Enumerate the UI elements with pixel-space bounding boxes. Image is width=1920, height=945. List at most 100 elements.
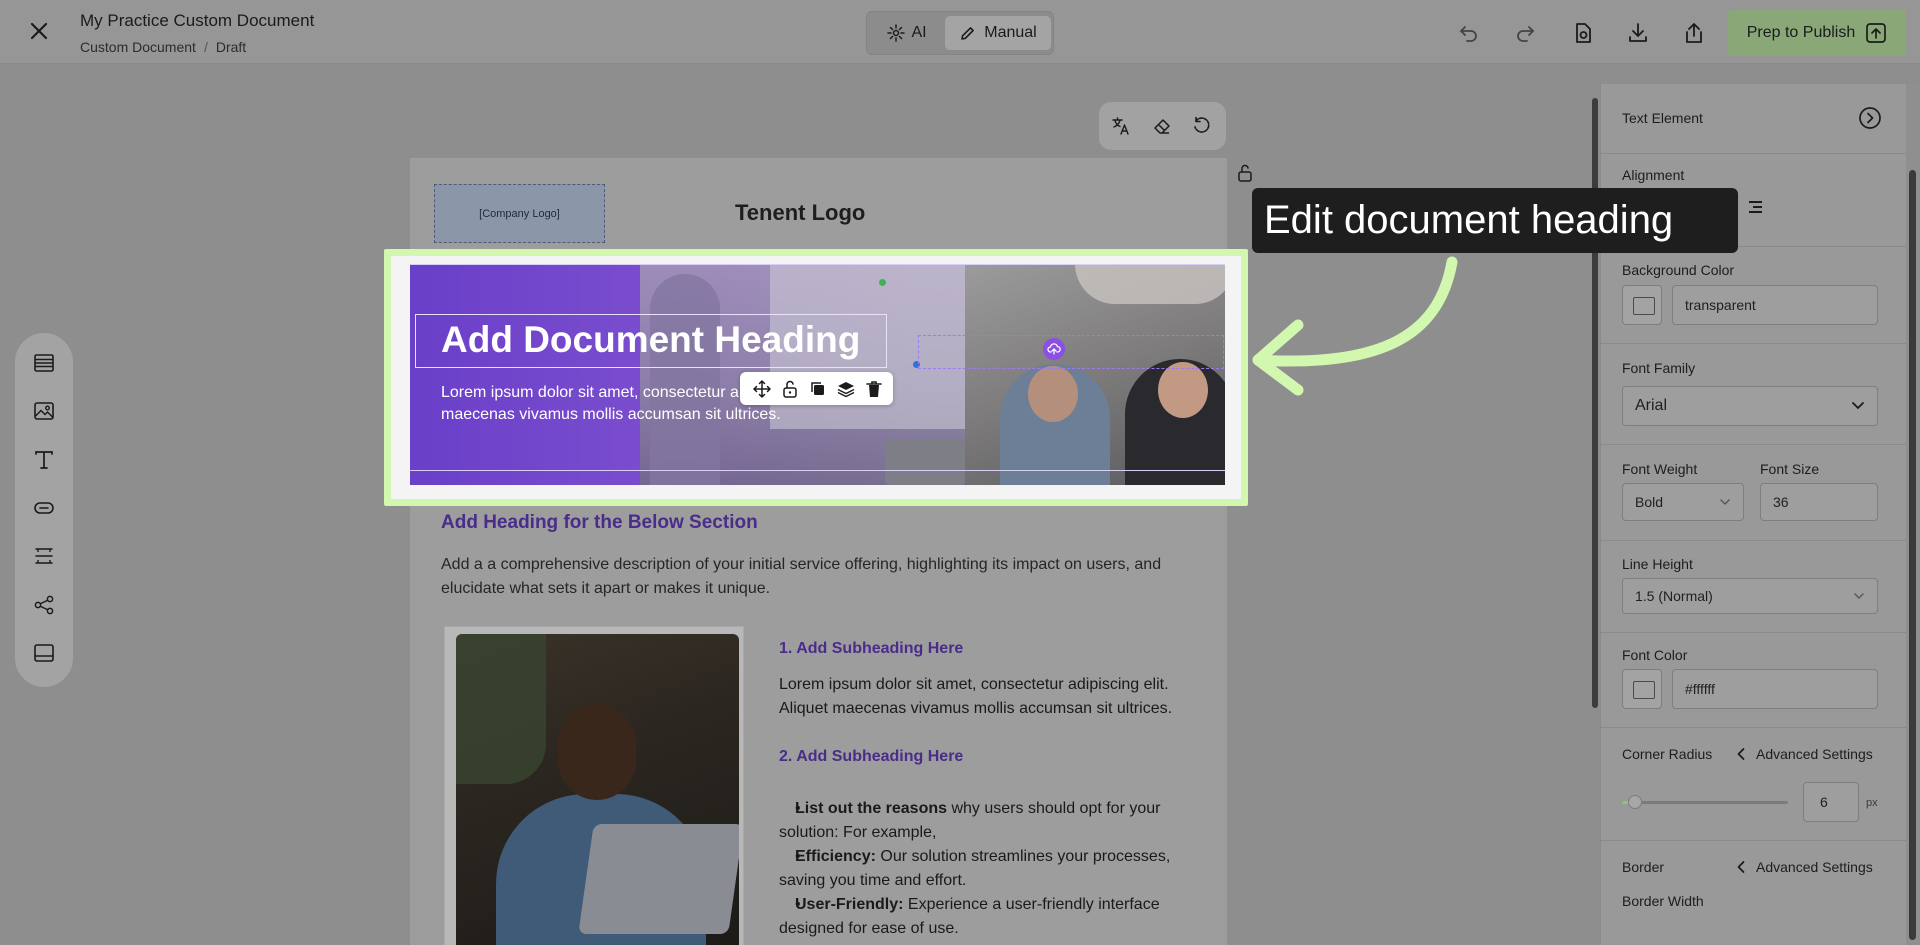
reset-icon bbox=[1194, 116, 1210, 133]
translate-button[interactable] bbox=[1110, 115, 1132, 137]
cloud-upload-icon bbox=[1047, 343, 1061, 355]
rail-button-button[interactable] bbox=[32, 496, 56, 520]
download-icon bbox=[1629, 23, 1647, 42]
line-height-label: Line Height bbox=[1622, 556, 1693, 572]
border-label: Border bbox=[1622, 859, 1665, 875]
font-weight-select[interactable]: Bold bbox=[1622, 483, 1744, 521]
image-upload-button[interactable] bbox=[1043, 338, 1065, 360]
font-family-select[interactable]: Arial bbox=[1622, 386, 1878, 426]
panel-divider bbox=[1600, 727, 1906, 728]
prep-to-publish-label: Prep to Publish bbox=[1746, 24, 1856, 41]
corner-radius-input[interactable]: 6 bbox=[1803, 782, 1859, 822]
panel-scrollbar-thumb[interactable] bbox=[1909, 170, 1916, 940]
layers-icon bbox=[837, 381, 854, 397]
section-heading[interactable]: Add Heading for the Below Section bbox=[441, 512, 758, 534]
background-color-input[interactable]: transparent bbox=[1672, 285, 1878, 325]
border-advanced-toggle[interactable]: Advanced Settings bbox=[1736, 859, 1873, 875]
preview-button[interactable] bbox=[1570, 20, 1596, 46]
mode-manual-button[interactable]: Manual bbox=[945, 16, 1051, 50]
list-item[interactable]: • User-Friendly: Experience a user-frien… bbox=[779, 893, 1209, 941]
corner-radius-slider[interactable] bbox=[1622, 801, 1788, 804]
close-button[interactable] bbox=[26, 20, 52, 46]
social-icon bbox=[34, 595, 54, 615]
panel-divider bbox=[1600, 153, 1906, 154]
corner-radius-unit: px bbox=[1866, 797, 1878, 809]
move-element-button[interactable] bbox=[752, 379, 771, 398]
rail-footer-button[interactable] bbox=[32, 641, 56, 665]
page-unlock-button[interactable] bbox=[1237, 164, 1253, 182]
list-item[interactable]: • List out the reasons why users should … bbox=[779, 797, 1209, 845]
document-heading[interactable]: Add Document Heading bbox=[441, 319, 860, 361]
advanced-settings-label: Advanced Settings bbox=[1756, 859, 1873, 875]
share-button[interactable] bbox=[1681, 20, 1707, 46]
advanced-settings-label: Advanced Settings bbox=[1756, 746, 1873, 762]
redo-button[interactable] bbox=[1512, 20, 1538, 46]
rail-image-button[interactable] bbox=[32, 399, 56, 423]
button-icon bbox=[34, 502, 54, 514]
panel-scrollbar[interactable] bbox=[1906, 84, 1920, 945]
background-color-label: Background Color bbox=[1622, 262, 1735, 278]
section-description[interactable]: Add a a comprehensive description of you… bbox=[441, 553, 1201, 601]
collapse-panel-button[interactable] bbox=[1858, 106, 1882, 130]
element-toolbar bbox=[740, 372, 893, 405]
panel-divider bbox=[1600, 343, 1906, 344]
subheading-1-paragraph[interactable]: Lorem ipsum dolor sit amet, consectetur … bbox=[779, 673, 1199, 721]
floating-tools bbox=[1099, 102, 1226, 150]
corner-radius-advanced-toggle[interactable]: Advanced Settings bbox=[1736, 746, 1873, 762]
preview-icon bbox=[1576, 23, 1591, 43]
translate-icon bbox=[1112, 117, 1129, 135]
corner-radius-slider-handle[interactable] bbox=[1628, 795, 1642, 809]
tenant-logo-text[interactable]: Tenent Logo bbox=[735, 200, 865, 226]
hero-photo-laptop bbox=[885, 439, 965, 485]
duplicate-element-button[interactable] bbox=[808, 379, 827, 398]
mode-manual-label: Manual bbox=[984, 24, 1037, 41]
portrait-plant bbox=[456, 634, 546, 784]
rail-social-button[interactable] bbox=[32, 593, 56, 617]
unlock-icon bbox=[782, 380, 797, 398]
layer-element-button[interactable] bbox=[836, 379, 855, 398]
align-right-button[interactable] bbox=[1745, 199, 1763, 215]
reset-button[interactable] bbox=[1191, 115, 1213, 137]
font-color-swatch[interactable] bbox=[1622, 669, 1662, 709]
font-size-input[interactable]: 36 bbox=[1760, 483, 1878, 521]
chevron-left-icon bbox=[1737, 748, 1745, 760]
rail-text-button[interactable] bbox=[32, 448, 56, 472]
close-icon bbox=[30, 22, 48, 40]
portrait-head bbox=[558, 704, 636, 800]
image-selection-box[interactable] bbox=[918, 335, 1224, 369]
font-family-value: Arial bbox=[1635, 397, 1668, 414]
undo-button[interactable] bbox=[1456, 20, 1482, 46]
download-button[interactable] bbox=[1625, 20, 1651, 46]
prep-to-publish-button[interactable]: Prep to Publish bbox=[1728, 10, 1906, 56]
subheading-1[interactable]: 1. Add Subheading Here bbox=[779, 640, 963, 658]
border-width-label: Border Width bbox=[1622, 893, 1704, 909]
mode-ai-button[interactable]: AI bbox=[871, 16, 943, 50]
subheading-2[interactable]: 2. Add Subheading Here bbox=[779, 748, 963, 766]
background-color-swatch[interactable] bbox=[1622, 285, 1662, 325]
publish-icon bbox=[1866, 23, 1887, 43]
breadcrumb-separator: / bbox=[203, 39, 208, 55]
element-tool-rail bbox=[15, 333, 73, 687]
font-weight-value: Bold bbox=[1635, 494, 1664, 510]
lock-element-button[interactable] bbox=[780, 379, 799, 398]
breadcrumb-item-status: Draft bbox=[215, 39, 247, 55]
eraser-button[interactable] bbox=[1151, 115, 1173, 137]
list-item-bold: Efficiency: bbox=[795, 848, 876, 865]
share-icon bbox=[1686, 23, 1702, 43]
company-logo-placeholder[interactable]: [Company Logo] bbox=[434, 184, 605, 243]
rail-divider-button[interactable] bbox=[32, 544, 56, 568]
font-family-label: Font Family bbox=[1622, 360, 1696, 376]
portrait-image[interactable] bbox=[456, 634, 739, 945]
font-color-input[interactable]: #ffffff bbox=[1672, 669, 1878, 709]
list-item[interactable]: • Efficiency: Our solution streamlines y… bbox=[779, 845, 1209, 893]
line-height-select[interactable]: 1.5 (Normal) bbox=[1622, 578, 1878, 614]
align-right-icon bbox=[1749, 201, 1762, 213]
panel-divider bbox=[1600, 540, 1906, 541]
mode-ai-label: AI bbox=[911, 24, 927, 41]
portrait-laptop bbox=[578, 824, 739, 934]
breadcrumb-item-type[interactable]: Custom Document bbox=[80, 39, 196, 55]
callout-arrow-icon bbox=[1252, 256, 1458, 396]
rail-table-button[interactable] bbox=[32, 351, 56, 375]
delete-element-button[interactable] bbox=[864, 379, 883, 398]
panel-divider bbox=[1600, 840, 1906, 841]
